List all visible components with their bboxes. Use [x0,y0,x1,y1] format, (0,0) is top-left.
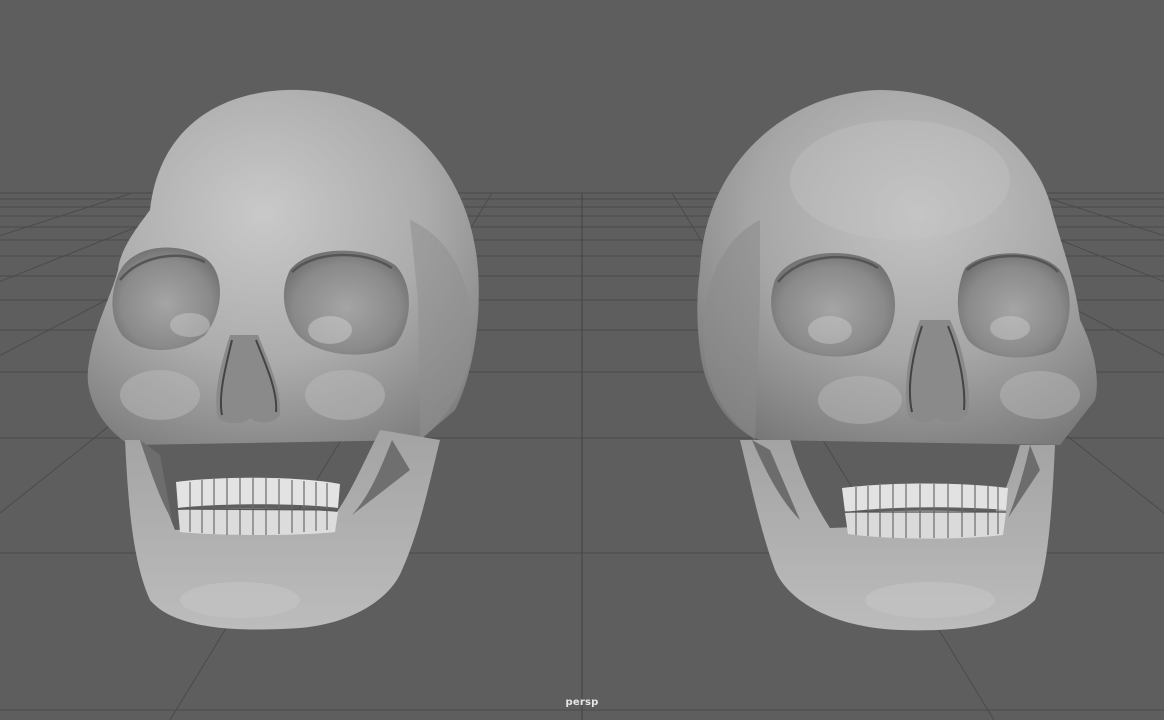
camera-name-label: persp [565,697,599,708]
viewport-scene[interactable] [0,0,1164,720]
skull-model-left[interactable] [87,89,479,630]
skull-model-right[interactable] [697,90,1097,631]
perspective-viewport[interactable]: persp [0,0,1164,720]
